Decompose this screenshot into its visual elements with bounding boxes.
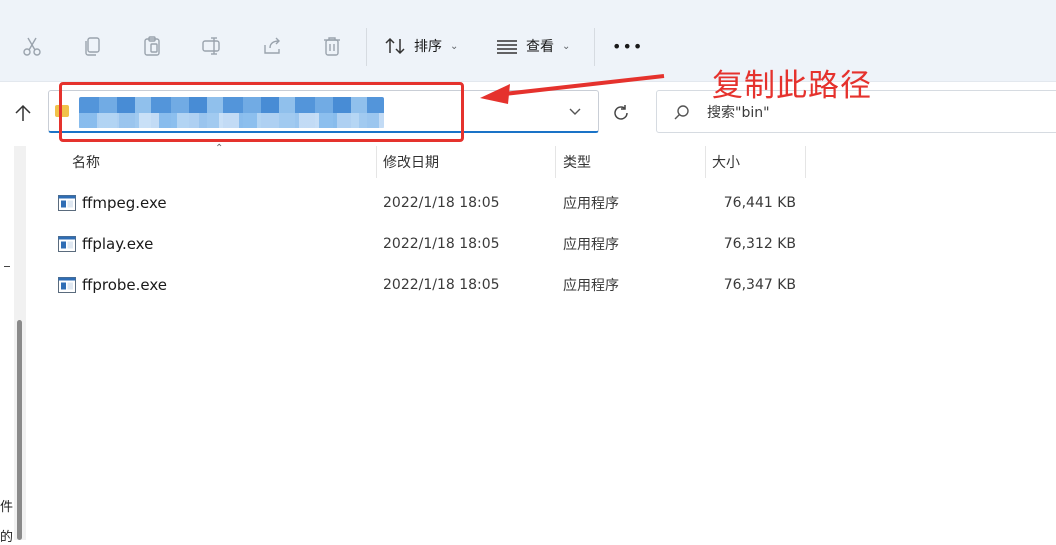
- toolbar-divider: [366, 28, 367, 66]
- sort-ascending-icon: ⌃: [215, 143, 224, 154]
- column-divider[interactable]: [805, 146, 806, 178]
- nav-pane-fragment: [4, 266, 10, 267]
- column-header-size[interactable]: 大小: [712, 146, 740, 178]
- chevron-down-icon: ⌄: [562, 40, 571, 52]
- column-divider[interactable]: [376, 146, 377, 178]
- file-date: 2022/1/18 18:05: [383, 195, 500, 211]
- copy-icon[interactable]: [79, 33, 105, 59]
- file-name-cell: ffprobe.exe: [58, 266, 167, 304]
- chevron-down-icon: ⌄: [450, 40, 459, 52]
- file-name: ffmpeg.exe: [82, 194, 167, 212]
- column-header-type[interactable]: 类型: [563, 146, 591, 178]
- more-options-button[interactable]: •••: [612, 30, 643, 62]
- file-name-cell: ffmpeg.exe: [58, 184, 167, 222]
- sort-label: 排序: [414, 39, 442, 55]
- file-name: ffplay.exe: [82, 235, 154, 253]
- share-icon[interactable]: [259, 33, 285, 59]
- file-row[interactable]: ffprobe.exe 2022/1/18 18:05 应用程序 76,347 …: [36, 266, 1056, 304]
- file-date: 2022/1/18 18:05: [383, 236, 500, 252]
- paste-icon[interactable]: [139, 33, 165, 59]
- toolbar-divider: [594, 28, 595, 66]
- view-icon: [497, 40, 517, 54]
- file-type: 应用程序: [563, 237, 619, 253]
- file-size: 76,312 KB: [723, 236, 796, 252]
- view-button[interactable]: 查看 ⌄: [496, 30, 570, 62]
- more-icon: •••: [612, 36, 644, 56]
- sort-icon: [385, 37, 405, 55]
- column-divider[interactable]: [555, 146, 556, 178]
- cut-icon[interactable]: [19, 33, 45, 59]
- file-size: 76,347 KB: [723, 277, 796, 293]
- arrow-up-icon: [15, 104, 31, 121]
- file-date: 2022/1/18 18:05: [383, 277, 500, 293]
- annotation-text: 复制此路径: [712, 68, 872, 104]
- sort-button[interactable]: 排序 ⌄: [384, 30, 458, 62]
- column-header-date[interactable]: 修改日期: [383, 146, 439, 178]
- column-header-name[interactable]: 名称: [72, 146, 100, 178]
- scrollbar-thumb[interactable]: [17, 320, 22, 540]
- rename-icon[interactable]: [199, 33, 225, 59]
- nav-pane-text-fragment: 的: [0, 530, 14, 545]
- file-size: 76,441 KB: [723, 195, 796, 211]
- file-type: 应用程序: [563, 278, 619, 294]
- annotation-highlight-box: [59, 82, 464, 142]
- exe-file-icon: [58, 277, 76, 293]
- up-button[interactable]: [10, 100, 36, 126]
- file-name-cell: ffplay.exe: [58, 225, 153, 263]
- file-row[interactable]: ffmpeg.exe 2022/1/18 18:05 应用程序 76,441 K…: [36, 184, 1056, 222]
- delete-icon[interactable]: [319, 33, 345, 59]
- annotation-arrow: [480, 74, 665, 104]
- view-label: 查看: [526, 39, 554, 55]
- exe-file-icon: [58, 195, 76, 211]
- exe-file-icon: [58, 236, 76, 252]
- column-divider[interactable]: [705, 146, 706, 178]
- file-row[interactable]: ffplay.exe 2022/1/18 18:05 应用程序 76,312 K…: [36, 225, 1056, 263]
- file-type: 应用程序: [563, 196, 619, 212]
- search-icon: [674, 105, 689, 120]
- nav-pane-text-fragment: 件: [0, 500, 14, 515]
- file-name: ffprobe.exe: [82, 276, 167, 294]
